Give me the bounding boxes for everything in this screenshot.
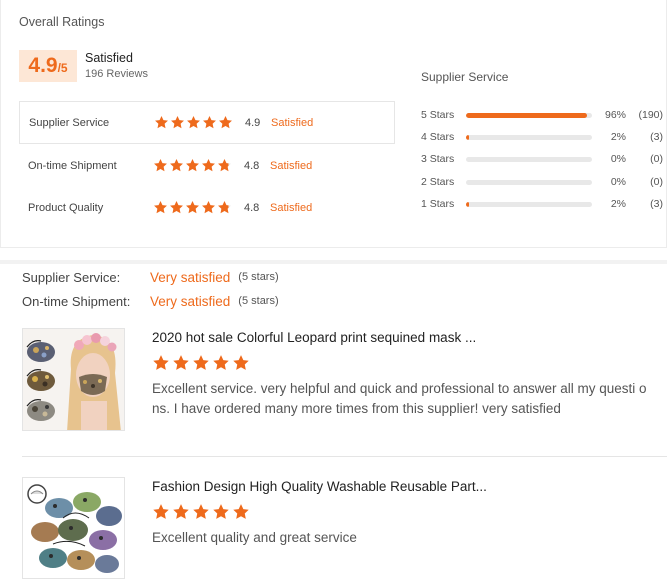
summary-value: Very satisfied	[150, 293, 231, 309]
distribution-percent: 0%	[610, 176, 626, 188]
distribution-label: 5 Stars	[421, 109, 455, 121]
summary-stars-note: (5 stars)	[238, 271, 279, 283]
distribution-label: 4 Stars	[421, 131, 455, 143]
product-photo-masks	[23, 329, 124, 430]
distribution-row[interactable]: 4 Stars 2% (3)	[421, 130, 663, 144]
review-product-title[interactable]: 2020 hot sale Colorful Leopard print seq…	[152, 330, 476, 345]
star-icon	[217, 158, 232, 173]
metric-score: 4.9	[245, 116, 261, 129]
review-text: Excellent service. very helpful and quic…	[152, 381, 647, 416]
summary-label: On-time Shipment:	[22, 293, 131, 309]
distribution-count: (190)	[638, 109, 663, 121]
distribution-count: (3)	[650, 198, 663, 210]
review-count[interactable]: 196 Reviews	[85, 68, 148, 80]
distribution-percent: 2%	[610, 131, 626, 143]
review-item: Fashion Design High Quality Washable Reu…	[22, 477, 666, 581]
metric-stars	[154, 115, 240, 130]
star-icon	[212, 354, 230, 372]
star-icon	[185, 200, 200, 215]
product-thumbnail[interactable]	[22, 477, 125, 579]
metric-row-supplier-service[interactable]: Supplier Service 4.9 Satisfied	[19, 101, 395, 144]
distribution-row[interactable]: 1 Stars 2% (3)	[421, 197, 663, 211]
star-icon	[172, 503, 190, 521]
star-icon	[186, 115, 201, 130]
distribution-track	[466, 201, 592, 207]
review-stars	[152, 354, 250, 372]
overall-score-suffix: /5	[57, 61, 68, 75]
star-icon	[172, 354, 190, 372]
metric-status: Satisfied	[271, 116, 314, 129]
distribution-percent: 96%	[604, 109, 626, 121]
distribution-track	[466, 134, 592, 140]
star-icon	[153, 158, 168, 173]
product-thumbnail[interactable]	[22, 328, 125, 431]
star-icon	[154, 115, 169, 130]
star-icon	[217, 200, 232, 215]
distribution-label: 2 Stars	[421, 176, 455, 188]
distribution-row[interactable]: 5 Stars 96% (190)	[421, 108, 663, 122]
distribution-label: 1 Stars	[421, 198, 455, 210]
metric-stars	[153, 200, 239, 215]
distribution-fill	[466, 112, 587, 118]
star-icon	[185, 158, 200, 173]
metric-status: Satisfied	[270, 159, 313, 172]
summary-line-on-time-shipment: On-time Shipment: Very satisfied (5 star…	[22, 292, 279, 310]
distribution-row[interactable]: 2 Stars 0% (0)	[421, 175, 663, 189]
review-item: 2020 hot sale Colorful Leopard print seq…	[22, 328, 666, 438]
metrics-list: Supplier Service 4.9 Satisfied On-time S…	[19, 101, 395, 228]
review-stars	[152, 503, 250, 521]
overall-label: Satisfied	[85, 51, 133, 65]
star-icon	[218, 115, 233, 130]
star-icon	[201, 158, 216, 173]
metric-stars	[153, 158, 239, 173]
distribution-fill	[466, 201, 469, 207]
metric-row-product-quality[interactable]: Product Quality 4.8 Satisfied	[19, 186, 395, 229]
metric-name: Supplier Service	[29, 116, 110, 129]
star-icon	[152, 354, 170, 372]
review-separator	[22, 456, 667, 457]
distribution-count: (0)	[650, 176, 663, 188]
metric-score: 4.8	[244, 159, 260, 172]
overall-score-badge: 4.9 /5	[19, 50, 77, 82]
metric-row-on-time-shipment[interactable]: On-time Shipment 4.8 Satisfied	[19, 144, 395, 187]
star-icon	[232, 503, 250, 521]
distribution-label: 3 Stars	[421, 153, 455, 165]
star-icon	[192, 354, 210, 372]
ratings-panel: Overall Ratings 4.9 /5 Satisfied 196 Rev…	[0, 0, 667, 248]
review-product-title[interactable]: Fashion Design High Quality Washable Reu…	[152, 479, 487, 494]
star-icon	[212, 503, 230, 521]
review-text: Excellent quality and great service	[152, 530, 357, 545]
summary-label: Supplier Service:	[22, 269, 121, 285]
metric-status: Satisfied	[270, 201, 313, 214]
overall-ratings-title: Overall Ratings	[19, 15, 105, 29]
summary-line-supplier-service: Supplier Service: Very satisfied (5 star…	[22, 268, 279, 286]
distribution-percent: 2%	[610, 198, 626, 210]
star-icon	[192, 503, 210, 521]
star-icon	[153, 200, 168, 215]
distribution-track	[466, 112, 592, 118]
distribution-percent: 0%	[610, 153, 626, 165]
star-icon	[169, 200, 184, 215]
summary-stars-note: (5 stars)	[238, 295, 279, 307]
distribution-count: (0)	[650, 153, 663, 165]
metric-name: On-time Shipment	[28, 159, 117, 172]
product-photo-masks	[23, 478, 124, 578]
distribution-count: (3)	[650, 131, 663, 143]
summary-value: Very satisfied	[150, 269, 231, 285]
section-divider	[0, 260, 667, 264]
overall-score: 4.9	[28, 54, 58, 77]
distribution-title: Supplier Service	[421, 70, 509, 84]
distribution-track	[466, 156, 592, 162]
star-icon	[232, 354, 250, 372]
star-icon	[169, 158, 184, 173]
metric-score: 4.8	[244, 201, 260, 214]
star-icon	[152, 503, 170, 521]
star-icon	[201, 200, 216, 215]
distribution-row[interactable]: 3 Stars 0% (0)	[421, 152, 663, 166]
star-icon	[202, 115, 217, 130]
distribution-fill	[466, 134, 469, 140]
distribution-track	[466, 179, 592, 185]
star-icon	[170, 115, 185, 130]
metric-name: Product Quality	[28, 201, 104, 214]
